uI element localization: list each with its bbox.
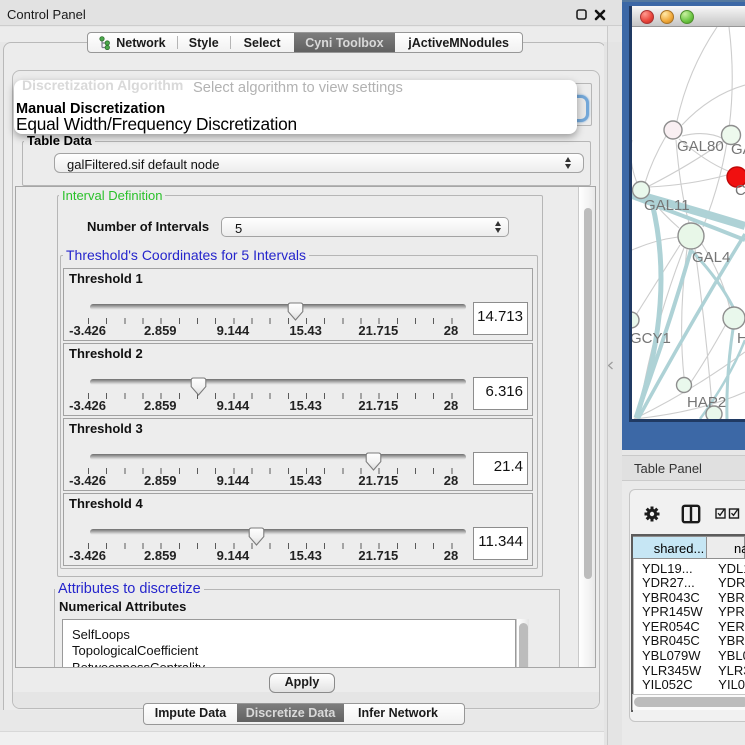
svg-text:GAL80: GAL80 [677,138,724,155]
svg-text:GAL4: GAL4 [692,249,730,266]
svg-text:GA: GA [731,141,745,158]
svg-text:C: C [735,182,745,199]
svg-text:GCY1: GCY1 [632,330,671,347]
svg-text:GAL11: GAL11 [644,197,690,214]
svg-text:HAP2: HAP2 [687,394,726,411]
svg-text:H: H [737,330,745,347]
